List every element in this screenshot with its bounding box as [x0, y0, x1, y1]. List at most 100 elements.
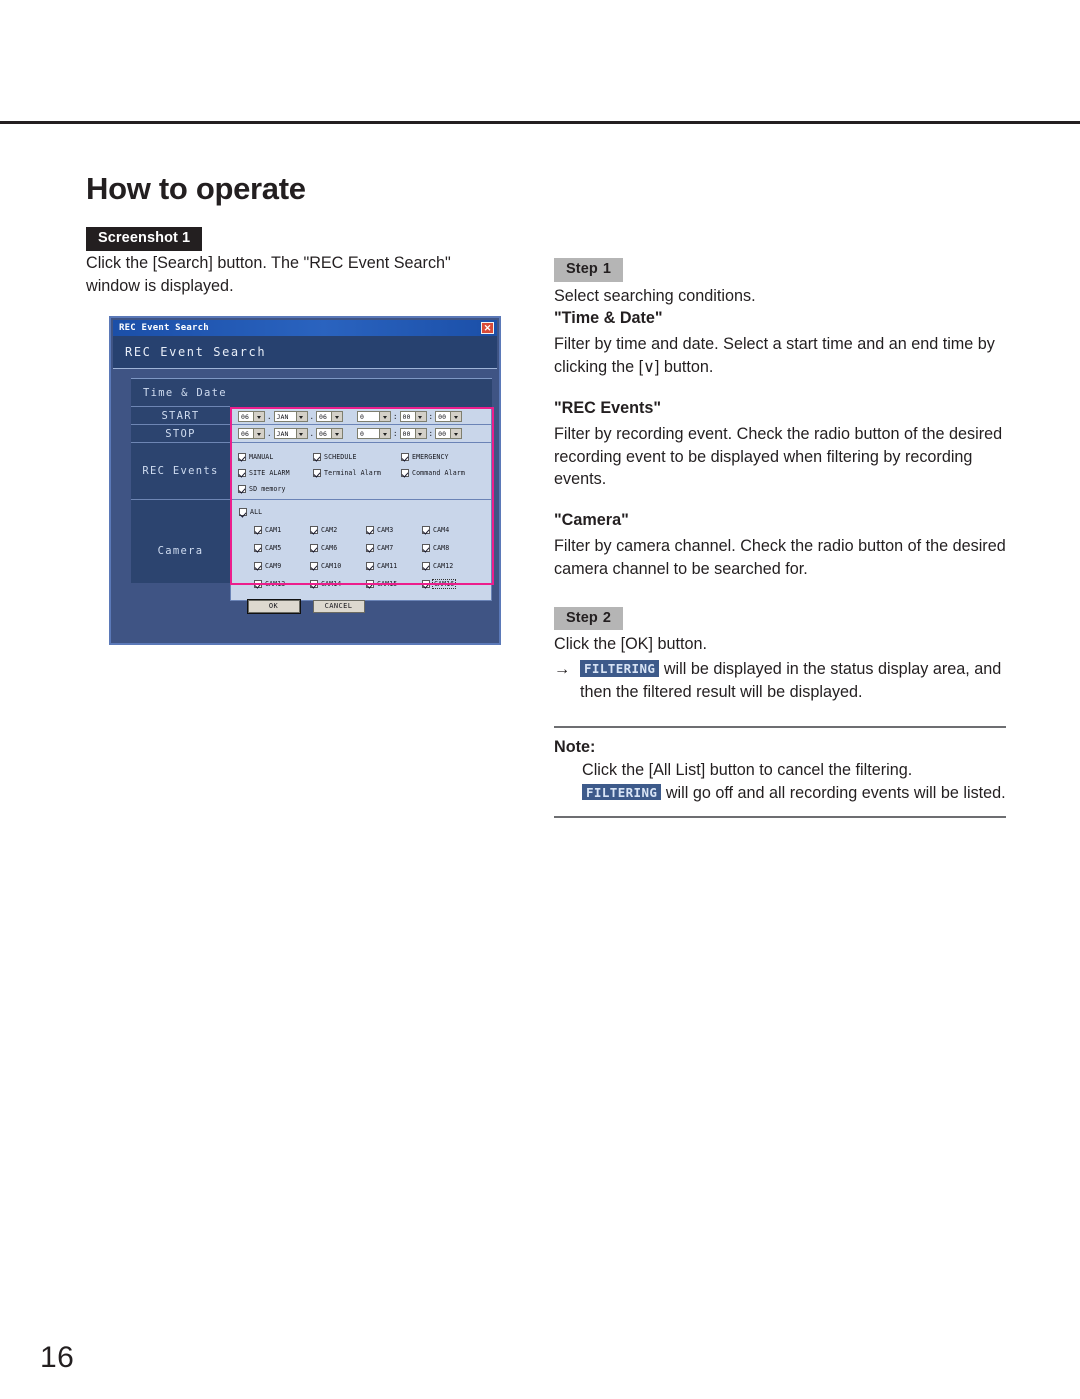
checkbox-site-alarm-label: SITE ALARM	[249, 468, 290, 477]
checkbox-cam2[interactable]: CAM2	[310, 525, 337, 534]
start-day-value: 06	[319, 412, 328, 421]
camera-all-row: ALL	[238, 505, 491, 519]
camera-row: CAM13 CAM14 CAM15 CAM16	[238, 573, 491, 591]
checkbox-cam11[interactable]: CAM11	[366, 561, 397, 570]
check-icon	[401, 452, 409, 461]
check-icon	[310, 579, 318, 588]
camera-row: CAM9 CAM10 CAM11 CAM12	[238, 555, 491, 573]
chevron-down-icon	[331, 411, 343, 421]
checkbox-emergency[interactable]: EMERGENCY	[401, 452, 449, 461]
filtering-status-badge: FILTERING	[580, 660, 660, 677]
chevron-down-icon	[450, 411, 462, 421]
check-icon	[422, 579, 430, 588]
start-second-dropdown[interactable]: 00	[435, 410, 463, 422]
start-year-dropdown[interactable]: 06	[238, 410, 265, 422]
checkbox-cam1-label: CAM1	[265, 525, 282, 534]
note-line-2-tail: will go off and all recording events wil…	[661, 783, 1006, 802]
step-1-tag-label: Step	[566, 261, 598, 277]
rec-events-heading: "REC Events"	[554, 398, 662, 417]
checkbox-schedule[interactable]: SCHEDULE	[313, 452, 357, 461]
stop-day-dropdown[interactable]: 06	[316, 428, 344, 439]
checkbox-cam10[interactable]: CAM10	[310, 561, 342, 570]
checkbox-cam7-label: CAM7	[377, 543, 394, 552]
header-rule	[0, 121, 1080, 124]
checkbox-cam4[interactable]: CAM4	[422, 525, 450, 534]
checkbox-cam12[interactable]: CAM12	[422, 561, 453, 570]
camera-heading: "Camera"	[554, 511, 629, 530]
settings-label-column: Time & Date START STOP REC Events Camera	[131, 378, 230, 583]
stop-year-dropdown[interactable]: 06	[238, 428, 265, 439]
check-icon	[310, 543, 318, 552]
checkbox-camera-all[interactable]: ALL	[239, 508, 262, 516]
checkbox-camera-all-label: ALL	[250, 508, 263, 516]
stop-second-dropdown[interactable]: 00	[435, 428, 463, 439]
checkbox-cam1[interactable]: CAM1	[254, 525, 282, 534]
checkbox-cam10-label: CAM10	[321, 561, 342, 570]
stop-month-dropdown[interactable]: JAN	[273, 428, 308, 439]
field-header-spacer	[230, 379, 492, 407]
camera-row: CAM5 CAM6 CAM7 CAM8	[238, 537, 491, 555]
time-date-body: Filter by time and date. Select a start …	[554, 335, 995, 377]
check-icon	[238, 452, 246, 461]
checkbox-terminal-alarm-label: Terminal Alarm	[324, 468, 381, 477]
checkbox-manual[interactable]: MANUAL	[238, 452, 274, 461]
checkbox-cam4-label: CAM4	[433, 525, 450, 534]
dialog-banner-text: REC Event Search	[125, 345, 267, 359]
ok-button[interactable]: OK	[246, 599, 301, 614]
chevron-down-icon	[253, 411, 264, 421]
checkbox-cam16[interactable]: CAM16	[422, 578, 457, 589]
checkbox-terminal-alarm[interactable]: Terminal Alarm	[313, 468, 381, 477]
start-hour-value: 0	[360, 412, 365, 421]
note-box: Note: Click the [All List] button to can…	[554, 725, 1006, 819]
check-icon	[422, 525, 430, 534]
note-line-1: Click the [All List] button to cancel th…	[582, 760, 913, 779]
stop-minute-value: 00	[402, 430, 411, 438]
checkbox-command-alarm[interactable]: Command Alarm	[401, 468, 465, 477]
checkbox-cam8[interactable]: CAM8	[422, 543, 449, 552]
checkbox-cam3[interactable]: CAM3	[366, 525, 393, 534]
step-2-result: → FILTERING will be displayed in the sta…	[554, 658, 1006, 704]
start-month-dropdown[interactable]: JAN	[273, 410, 308, 422]
start-month-value: JAN	[276, 412, 289, 421]
start-minute-value: 00	[402, 412, 411, 421]
chevron-down-icon	[295, 411, 307, 421]
checkbox-manual-label: MANUAL	[249, 452, 274, 461]
stop-hour-dropdown[interactable]: 0	[357, 428, 392, 439]
check-icon	[401, 468, 409, 477]
step-1-tag-number: 1	[602, 261, 611, 277]
stop-year-value: 06	[241, 430, 250, 438]
stop-minute-dropdown[interactable]: 00	[399, 428, 427, 439]
checkbox-cam6-label: CAM6	[321, 543, 338, 552]
checkbox-cam14[interactable]: CAM14	[310, 579, 341, 588]
checkbox-cam7[interactable]: CAM7	[366, 543, 394, 552]
camera-row-label: Camera	[157, 544, 204, 557]
camera-checkbox-group: ALL CAM1 CAM2 CAM3 CAM4 CAM5 CAM6 CAM7 C…	[230, 500, 492, 601]
checkbox-cam13[interactable]: CAM13	[254, 579, 286, 588]
checkbox-cam5-label: CAM5	[265, 543, 282, 552]
checkbox-cam15[interactable]: CAM15	[366, 579, 398, 588]
checkbox-cam9[interactable]: CAM9	[254, 561, 282, 570]
close-icon[interactable]: ✕	[481, 322, 494, 334]
checkbox-cam5[interactable]: CAM5	[254, 543, 282, 552]
start-minute-dropdown[interactable]: 00	[399, 410, 427, 422]
checkbox-cam6[interactable]: CAM6	[310, 543, 338, 552]
checkbox-cam15-label: CAM15	[377, 579, 398, 588]
dialog-button-bar: OK CANCEL	[131, 599, 481, 614]
checkbox-cam13-label: CAM13	[265, 579, 286, 588]
checkbox-schedule-label: SCHEDULE	[324, 452, 357, 461]
instructions-column: Step 1 Select searching conditions. "Time…	[554, 258, 1006, 819]
stop-month-value: JAN	[276, 430, 289, 438]
step-2-tag-label: Step	[566, 609, 598, 626]
start-day-dropdown[interactable]: 06	[316, 410, 344, 422]
checkbox-cam9-label: CAM9	[265, 561, 282, 570]
checkbox-sd-memory[interactable]: SD memory	[238, 484, 286, 493]
checkbox-site-alarm[interactable]: SITE ALARM	[238, 468, 290, 477]
cancel-button[interactable]: CANCEL	[312, 600, 365, 613]
check-icon	[254, 579, 262, 588]
check-icon	[254, 525, 262, 534]
start-hour-dropdown[interactable]: 0	[357, 410, 392, 422]
page-title: How to operate	[86, 170, 306, 206]
stop-row-label: STOP	[131, 425, 230, 443]
